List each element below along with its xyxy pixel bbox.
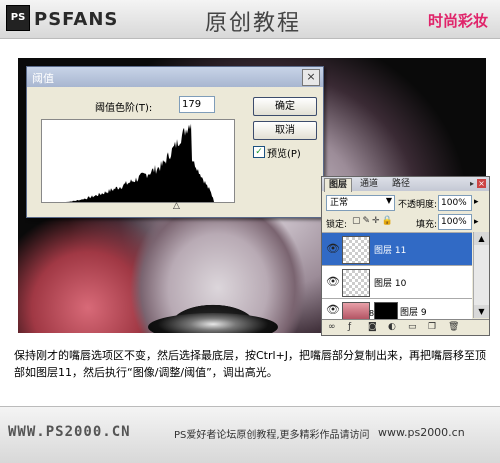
layers-panel: 图层 通道 路径 ▸ × 正常 ▼ 不透明度: 100% ▸ 锁定: ▢✎✛🔒 …: [321, 176, 490, 336]
fill-label: 填充:: [416, 220, 438, 230]
scroll-down-icon[interactable]: ▼: [474, 305, 489, 318]
histogram: [41, 119, 235, 203]
blend-mode-value: 正常: [330, 198, 349, 208]
chevron-down-icon: ▼: [385, 196, 392, 205]
dialog-title: 阈值: [32, 72, 54, 85]
ok-button[interactable]: 确定: [253, 97, 317, 116]
blend-mode-select[interactable]: 正常 ▼: [326, 195, 395, 211]
opacity-input[interactable]: 100%: [438, 195, 472, 211]
panel-menu-icon[interactable]: ▸: [470, 179, 474, 188]
layer-thumbnail: [342, 236, 370, 264]
threshold-level-label: 阈值色阶(T):: [95, 103, 153, 114]
new-group-icon[interactable]: ▭: [408, 322, 417, 332]
logo-icon: PS: [6, 5, 30, 31]
link-layers-icon[interactable]: ∞: [328, 322, 336, 332]
layers-panel-toolbar: ∞ ƒ ◙ ◐ ▭ ❐ 🗑: [322, 319, 489, 335]
preview-label: 预览(P): [267, 149, 301, 160]
threshold-dialog: 阈值 × 阈值色阶(T): 179 △ 确定 取消 ✓ 预览(P): [26, 66, 324, 218]
scroll-up-icon[interactable]: ▲: [474, 232, 489, 245]
fill-input[interactable]: 100%: [438, 214, 472, 230]
preview-checkbox[interactable]: ✓: [253, 146, 265, 158]
cancel-button[interactable]: 取消: [253, 121, 317, 140]
opacity-label: 不透明度:: [398, 200, 438, 210]
layers-scrollbar[interactable]: ▲ ▼: [473, 232, 489, 318]
footer-site-logo: WWW.PS2000.CN: [8, 424, 131, 440]
page-title: 原创教程: [205, 11, 302, 36]
chevron-right-icon[interactable]: ▸: [474, 217, 479, 227]
add-mask-icon[interactable]: ◙: [368, 322, 377, 332]
layer-row[interactable]: 👁 图层 11: [322, 232, 472, 265]
eye-icon[interactable]: 👁: [326, 242, 340, 255]
adjustment-layer-icon[interactable]: ◐: [388, 322, 396, 332]
footer-link[interactable]: www.ps2000.cn: [378, 426, 465, 439]
header-banner: PS PSFANS 原创教程 时尚彩妆: [0, 0, 500, 39]
tab-paths[interactable]: 路径: [388, 178, 414, 191]
layers-panel-tabs: 图层 通道 路径 ▸ ×: [322, 177, 489, 192]
lock-label: 锁定:: [326, 220, 348, 230]
eye-icon[interactable]: 👁: [326, 275, 340, 288]
footer-note: PS爱好者论坛原创教程,更多精彩作品请访问: [174, 430, 370, 441]
new-layer-icon[interactable]: ❐: [428, 322, 436, 332]
threshold-level-input[interactable]: 179: [179, 96, 215, 113]
layer-row[interactable]: 👁 图层 10: [322, 265, 472, 298]
tab-channels[interactable]: 通道: [356, 178, 382, 191]
lips-image: [148, 313, 278, 333]
close-icon[interactable]: ×: [302, 69, 320, 86]
layer-name: 图层 10: [374, 279, 407, 289]
tab-layers[interactable]: 图层: [324, 178, 353, 192]
histogram-plot: [42, 123, 234, 202]
lock-options-icons[interactable]: ▢✎✛🔒: [352, 216, 395, 226]
delete-layer-icon[interactable]: 🗑: [448, 322, 459, 332]
logo-text: PSFANS: [34, 9, 119, 30]
chevron-right-icon[interactable]: ▸: [474, 197, 479, 207]
close-icon[interactable]: ×: [477, 179, 486, 188]
eye-icon[interactable]: 👁: [326, 303, 340, 316]
layer-thumbnail: [342, 269, 370, 297]
layer-name: 图层 11: [374, 246, 407, 256]
histogram-shape: [42, 123, 234, 202]
layer-style-icon[interactable]: ƒ: [348, 322, 351, 332]
tutorial-text: 保持刚才的嘴唇选项区不变，然后选择最底层，按Ctrl+J，把嘴唇部分复制出来，再…: [14, 349, 487, 379]
threshold-slider-handle[interactable]: △: [173, 201, 180, 211]
layer-row[interactable]: 👁 8 图层 9: [322, 298, 472, 321]
category-label: 时尚彩妆: [427, 12, 488, 30]
dialog-titlebar[interactable]: 阈值 ×: [27, 67, 323, 87]
layer-name: 图层 9: [400, 308, 427, 318]
footer-banner: WWW.PS2000.CN PS爱好者论坛原创教程,更多精彩作品请访问 www.…: [0, 406, 500, 463]
